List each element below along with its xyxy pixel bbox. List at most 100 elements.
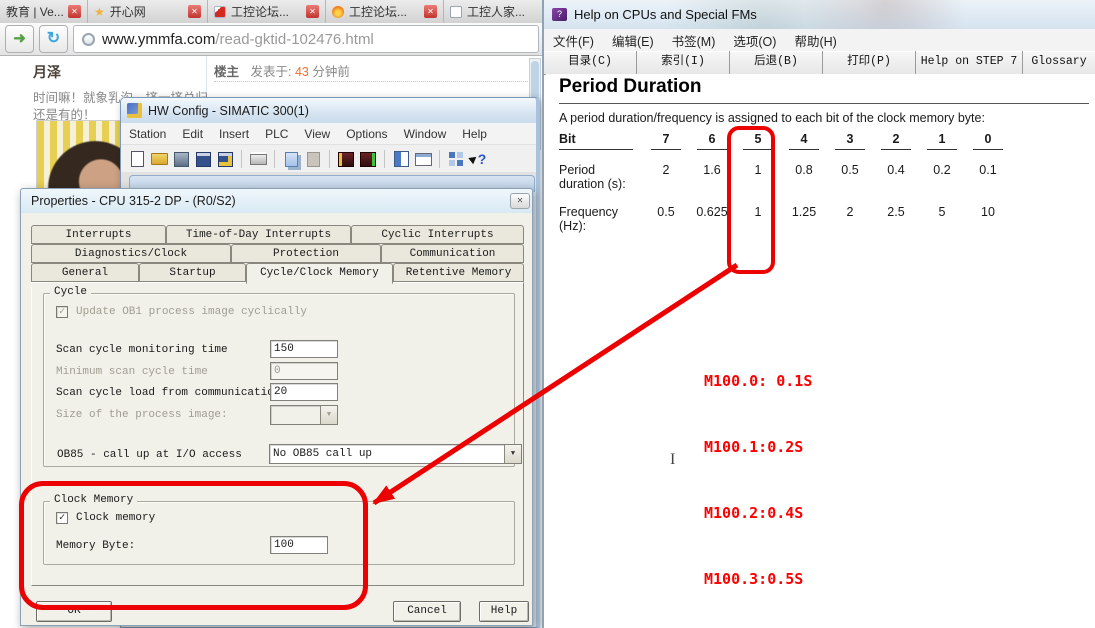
catalog-button[interactable] [392,150,410,168]
help-content: Period Duration A period duration/freque… [546,74,1095,628]
cell: 0.1 [965,150,1011,191]
browser-tab[interactable]: 工控论坛... ✕ [326,0,444,23]
index-button[interactable]: 索引(I) [637,51,730,74]
scan-cycle-monitoring-input[interactable]: 150 [270,340,338,358]
new-station-button[interactable] [128,150,146,168]
tab-cycle-clock-memory[interactable]: Cycle/Clock Memory [246,263,393,284]
refresh-button[interactable]: ↻ [39,25,68,53]
post-time-unit: 分钟前 [312,65,350,79]
print-button[interactable] [249,150,267,168]
download-to-plc-button[interactable] [337,150,355,168]
menu-window[interactable]: Window [396,127,455,141]
paste-icon [307,152,320,167]
ob85-dropdown[interactable]: No OB85 call up ▼ [269,444,522,464]
menu-edit[interactable]: Edit [174,127,211,141]
forum-username[interactable]: 月泽 [33,62,61,82]
cell: 0.625 [689,191,735,233]
save-compile-button[interactable] [216,150,234,168]
paste-button[interactable] [304,150,322,168]
forward-button[interactable]: ➜ [5,25,34,53]
clock-memory-table: Bit 7 6 5 4 3 2 1 0 Period duration (s):… [559,132,1011,233]
save-button[interactable] [194,150,212,168]
memory-byte-input[interactable]: 100 [270,536,328,554]
ok-button[interactable]: OK [36,601,112,622]
print-button[interactable]: 打印(P) [823,51,916,74]
help-on-step7-button[interactable]: Help on STEP 7 [916,51,1023,74]
upload-from-plc-button[interactable] [359,150,377,168]
menu-file[interactable]: 文件(F) [544,31,603,50]
menu-help[interactable]: 帮助(H) [785,31,845,50]
cycle-group: Cycle ✓ Update OB1 process image cyclica… [43,293,515,467]
menu-plc[interactable]: PLC [257,127,296,141]
floppy-compile-icon [218,152,233,167]
cycle-group-legend: Cycle [50,286,91,298]
m100-line: M100.3:0.5S [704,568,812,590]
dialog-title-bar[interactable]: Properties - CPU 315-2 DP - (R0/S2) [21,189,532,213]
menu-station[interactable]: Station [121,127,174,141]
tab-cyclic-interrupts[interactable]: Cyclic Interrupts [351,225,524,244]
toolbar-separator [329,150,330,168]
tab-close-icon[interactable]: ✕ [188,5,201,18]
help-book-icon: ? [552,8,567,21]
menu-edit[interactable]: 编辑(E) [603,31,663,50]
configure-network-button[interactable] [447,150,465,168]
clock-memory-checkbox[interactable]: ✓ [56,512,68,524]
menu-bookmark[interactable]: 书签(M) [663,31,725,50]
scan-cycle-load-input[interactable]: 20 [270,383,338,401]
help-title-bar[interactable]: ? Help on CPUs and Special FMs [544,0,1095,29]
menu-view[interactable]: View [296,127,338,141]
cell: 0.5 [643,191,689,233]
tab-communication[interactable]: Communication [381,244,524,263]
clock-memory-group: Clock Memory ✓ Clock memory Memory Byte:… [43,501,515,565]
cpu-properties-dialog: Properties - CPU 315-2 DP - (R0/S2) ✕ In… [20,188,533,626]
cell: 1.6 [689,150,735,191]
topic-heading: Period Duration [559,76,702,98]
browser-tab[interactable]: 教育 | Ve... ✕ [0,0,88,23]
address-overview-button[interactable] [414,150,432,168]
upload-icon [360,152,376,167]
menu-insert[interactable]: Insert [211,127,257,141]
clock-memory-label: Clock memory [76,512,155,524]
back-button[interactable]: 后退(B) [730,51,823,74]
dialog-close-button[interactable]: ✕ [510,193,530,209]
contents-button[interactable]: 目录(C) [544,51,637,74]
url-host: www.ymmfa.com [102,31,215,48]
cell: 2.5 [873,191,919,233]
copy-button[interactable] [282,150,300,168]
tab-protection[interactable]: Protection [231,244,381,263]
open-station-button[interactable] [150,150,168,168]
ob85-dropdown-value: No OB85 call up [270,445,504,463]
memory-byte-label: Memory Byte: [56,540,135,552]
tab-close-icon[interactable]: ✕ [424,5,437,18]
help-button[interactable]: Help [479,601,529,622]
tab-diagnostics-clock[interactable]: Diagnostics/Clock [31,244,231,263]
tab-retentive-memory[interactable]: Retentive Memory [393,263,524,282]
tab-interrupts[interactable]: Interrupts [31,225,166,244]
update-ob1-checkbox[interactable]: ✓ [56,306,68,318]
tab-time-of-day-interrupts[interactable]: Time-of-Day Interrupts [166,225,351,244]
tab-label: 工控论坛... [231,3,289,20]
tab-label: 工控人家... [467,3,525,20]
cell: 0.4 [873,150,919,191]
star-favicon-icon: ★ [94,6,105,18]
menu-options[interactable]: 选项(O) [724,31,785,50]
save-station-button[interactable] [172,150,190,168]
glossary-button[interactable]: Glossary [1023,51,1095,74]
tab-startup[interactable]: Startup [139,263,246,282]
cancel-button[interactable]: Cancel [393,601,461,622]
menu-help[interactable]: Help [454,127,495,141]
help-window: ? Help on CPUs and Special FMs 文件(F) 编辑(… [542,0,1095,628]
hwconfig-title-bar[interactable]: HW Config - SIMATIC 300(1) [121,98,536,123]
browser-tab[interactable]: 工控人家... [444,0,546,23]
toolbar-separator [274,150,275,168]
tab-general[interactable]: General [31,263,139,282]
tab-close-icon[interactable]: ✕ [68,5,81,18]
tab-close-icon[interactable]: ✕ [306,5,319,18]
browser-tab[interactable]: 工控论坛... ✕ [208,0,326,23]
browser-tab[interactable]: ★ 开心网 ✕ [88,0,208,23]
menu-options[interactable]: Options [338,127,395,141]
process-image-size-label: Size of the process image: [56,409,228,421]
context-help-button[interactable]: ? [469,150,487,168]
chevron-down-icon[interactable]: ▼ [504,445,521,463]
address-bar[interactable]: www.ymmfa.com/read-gktid-102476.html [73,25,539,53]
